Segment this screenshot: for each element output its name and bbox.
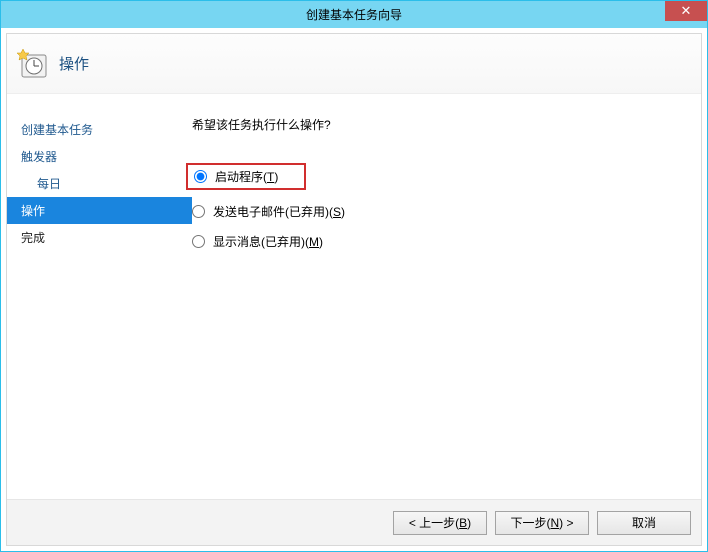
cancel-button[interactable]: 取消 — [597, 511, 691, 535]
close-button[interactable]: ✕ — [665, 1, 707, 21]
wizard-footer: < 上一步(B) 下一步(N) > 取消 — [7, 499, 701, 545]
sidebar-item-1[interactable]: 触发器 — [7, 143, 192, 170]
radio-input-0[interactable] — [194, 170, 207, 183]
wizard-window: 创建基本任务向导 ✕ 操作 创建基本任务触发器每日操作完成 — [0, 0, 708, 552]
radio-row-2: 显示消息(已弃用)(M) — [192, 231, 701, 251]
radio-label-1: 发送电子邮件(已弃用)(S) — [213, 203, 345, 220]
sidebar-item-2[interactable]: 每日 — [7, 170, 192, 197]
next-button[interactable]: 下一步(N) > — [495, 511, 589, 535]
radio-row-0: 启动程序(T) — [186, 163, 306, 190]
dialog-frame: 操作 创建基本任务触发器每日操作完成 希望该任务执行什么操作? 启动程序(T)发… — [6, 33, 702, 546]
sidebar-item-4: 完成 — [7, 224, 192, 251]
radio-row-1: 发送电子邮件(已弃用)(S) — [192, 201, 701, 221]
page-title: 操作 — [59, 53, 89, 74]
clock-star-icon — [17, 48, 49, 80]
question-label: 希望该任务执行什么操作? — [192, 116, 701, 133]
main-panel: 希望该任务执行什么操作? 启动程序(T) 发送电子邮件(已弃用)(S) 显示消息(已… — [192, 94, 701, 499]
window-title: 创建基本任务向导 — [1, 6, 707, 23]
content-wrap: 操作 创建基本任务触发器每日操作完成 希望该任务执行什么操作? 启动程序(T)发… — [1, 28, 707, 551]
radio-label-0: 启动程序(T) — [215, 168, 278, 185]
wizard-body: 创建基本任务触发器每日操作完成 希望该任务执行什么操作? 启动程序(T) 发送电子… — [7, 94, 701, 499]
radio-input-1[interactable] — [192, 205, 205, 218]
action-radio-group: 启动程序(T) 发送电子邮件(已弃用)(S) 显示消息(已弃用)(M) — [192, 171, 701, 251]
sidebar-item-3: 操作 — [7, 197, 192, 224]
radio-label-2: 显示消息(已弃用)(M) — [213, 233, 323, 250]
radio-input-2[interactable] — [192, 235, 205, 248]
titlebar: 创建基本任务向导 ✕ — [1, 1, 707, 28]
wizard-header: 操作 — [7, 34, 701, 94]
sidebar-item-0[interactable]: 创建基本任务 — [7, 116, 192, 143]
sidebar: 创建基本任务触发器每日操作完成 — [7, 94, 192, 499]
back-button[interactable]: < 上一步(B) — [393, 511, 487, 535]
